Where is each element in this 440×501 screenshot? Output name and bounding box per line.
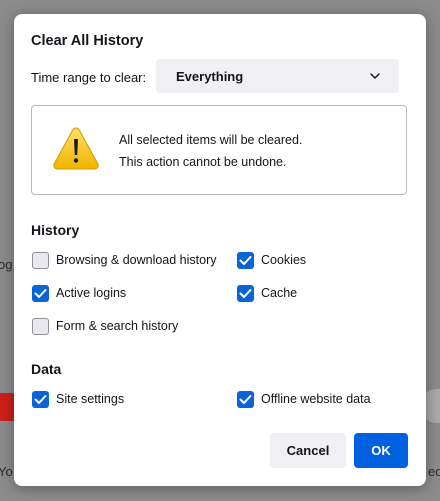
background-text-fragment: ed (428, 464, 440, 479)
check-icon (239, 256, 252, 265)
option-label: Cookies (261, 253, 307, 267)
option-label: Cache (261, 286, 298, 300)
background-text-fragment: Yo (0, 464, 13, 479)
checkbox-unchecked[interactable] (32, 318, 49, 335)
warning-submessage: This action cannot be undone. (119, 155, 287, 169)
warning-triangle-icon (53, 127, 99, 170)
checkbox-checked[interactable] (32, 285, 49, 302)
warning-box: All selected items will be cleared. This… (31, 105, 407, 195)
checkbox-checked[interactable] (32, 391, 49, 408)
clear-history-dialog: Clear All History Time range to clear: E… (14, 14, 426, 486)
background-text-fragment: og (0, 257, 13, 272)
time-range-value: Everything (176, 69, 244, 84)
checkbox-checked[interactable] (237, 391, 254, 408)
option-label: Browsing & download history (56, 253, 217, 267)
check-icon (34, 289, 47, 298)
check-icon (239, 289, 252, 298)
dialog-title: Clear All History (31, 33, 144, 49)
check-icon (239, 395, 252, 404)
warning-message: All selected items will be cleared. (119, 133, 303, 147)
checkbox-checked[interactable] (237, 285, 254, 302)
option-label: Form & search history (56, 319, 179, 333)
checkbox-checked[interactable] (237, 252, 254, 269)
time-range-select[interactable]: Everything (156, 59, 399, 93)
chevron-down-icon (370, 73, 380, 79)
time-range-label: Time range to clear: (31, 70, 147, 85)
checkbox-unchecked[interactable] (32, 252, 49, 269)
cancel-button[interactable]: Cancel (270, 433, 346, 468)
option-label: Site settings (56, 392, 125, 406)
history-section-title: History (31, 222, 80, 238)
option-label: Active logins (56, 286, 127, 300)
ok-button[interactable]: OK (354, 433, 408, 468)
check-icon (34, 395, 47, 404)
option-label: Offline website data (261, 392, 371, 406)
data-section-title: Data (31, 361, 62, 377)
